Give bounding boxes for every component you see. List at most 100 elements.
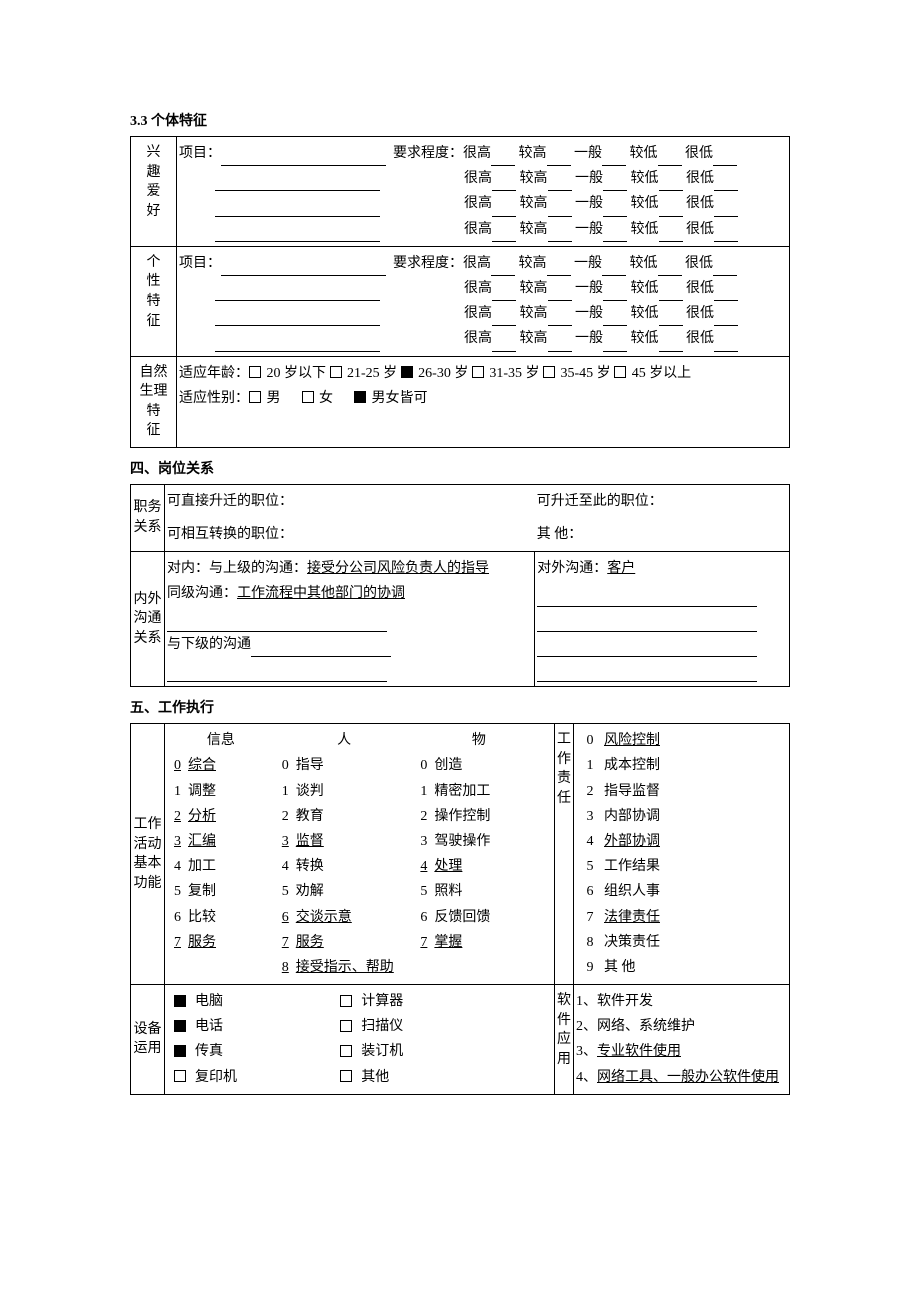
checkbox-icon[interactable] <box>340 1070 352 1082</box>
level-blank[interactable] <box>492 284 516 301</box>
blank-line[interactable] <box>167 615 387 632</box>
checkbox-icon[interactable] <box>174 1020 186 1032</box>
blank-line[interactable] <box>537 665 757 682</box>
level-blank[interactable] <box>491 259 515 276</box>
internal-superior: 接受分公司风险负责人的指导 <box>307 561 489 576</box>
level-blank[interactable] <box>548 335 572 352</box>
checkbox-icon[interactable] <box>302 391 314 403</box>
project-input[interactable] <box>215 284 380 301</box>
project-label: 项目： <box>179 146 221 161</box>
level-blank[interactable] <box>547 149 571 166</box>
level-blank[interactable] <box>659 200 683 217</box>
level-blank[interactable] <box>603 284 627 301</box>
blank-line[interactable] <box>167 665 387 682</box>
level-option: 很高 <box>464 222 492 237</box>
level-blank[interactable] <box>602 149 626 166</box>
checkbox-icon[interactable] <box>340 1045 352 1057</box>
level-blank[interactable] <box>603 310 627 327</box>
level-blank[interactable] <box>548 225 572 242</box>
level-blank[interactable] <box>492 310 516 327</box>
level-blank[interactable] <box>492 200 516 217</box>
level-blank[interactable] <box>714 225 738 242</box>
blank-line[interactable] <box>537 590 757 607</box>
project-input[interactable] <box>215 225 380 242</box>
level-blank[interactable] <box>548 200 572 217</box>
level-blank[interactable] <box>548 284 572 301</box>
level-option: 很低 <box>685 256 713 271</box>
func-item: 6 比较 <box>167 905 275 930</box>
sex-option: 男 <box>267 391 281 406</box>
project-label: 项目： <box>179 256 221 271</box>
level-blank[interactable] <box>603 175 627 192</box>
sw-item: 2、网络、系统维护 <box>576 1014 787 1039</box>
blank-line[interactable] <box>537 640 757 657</box>
resp-item: 8 决策责任 <box>576 930 787 955</box>
level-blank[interactable] <box>659 284 683 301</box>
level-blank[interactable] <box>658 149 682 166</box>
level-option: 较低 <box>631 331 659 346</box>
blank-line[interactable] <box>251 640 391 657</box>
blank-line[interactable] <box>537 615 757 632</box>
sw-item: 4、网络工具、一般办公软件使用 <box>576 1065 787 1090</box>
section-5-title: 五、工作执行 <box>130 697 790 717</box>
checkbox-icon[interactable] <box>354 391 366 403</box>
project-input[interactable] <box>215 175 380 192</box>
project-input[interactable] <box>221 149 386 166</box>
sex-option: 男女皆可 <box>372 391 428 406</box>
checkbox-icon[interactable] <box>401 366 413 378</box>
level-blank[interactable] <box>659 225 683 242</box>
level-blank[interactable] <box>714 284 738 301</box>
checkbox-icon[interactable] <box>543 366 555 378</box>
checkbox-icon[interactable] <box>174 995 186 1007</box>
level-blank[interactable] <box>659 310 683 327</box>
project-input[interactable] <box>215 335 380 352</box>
level-blank[interactable] <box>659 335 683 352</box>
level-blank[interactable] <box>547 259 571 276</box>
project-input[interactable] <box>215 310 380 327</box>
level-blank[interactable] <box>492 175 516 192</box>
level-blank[interactable] <box>548 310 572 327</box>
func-item: 5 复制 <box>167 879 275 904</box>
checkbox-icon[interactable] <box>330 366 342 378</box>
equip-item: 扫描仪 <box>361 1019 403 1034</box>
checkbox-icon[interactable] <box>472 366 484 378</box>
level-blank[interactable] <box>714 175 738 192</box>
level-blank[interactable] <box>492 335 516 352</box>
level-blank[interactable] <box>603 200 627 217</box>
project-input[interactable] <box>215 200 380 217</box>
level-blank[interactable] <box>492 225 516 242</box>
checkbox-icon[interactable] <box>614 366 626 378</box>
checkbox-icon[interactable] <box>174 1045 186 1057</box>
resp-item: 1 成本控制 <box>576 753 787 778</box>
resp-item: 5 工作结果 <box>576 854 787 879</box>
swap-cell: 可相互转换的职位： <box>165 518 535 552</box>
level-blank[interactable] <box>658 259 682 276</box>
level-blank[interactable] <box>714 310 738 327</box>
level-blank[interactable] <box>603 335 627 352</box>
level-blank[interactable] <box>659 175 683 192</box>
checkbox-icon[interactable] <box>249 366 261 378</box>
level-blank[interactable] <box>491 149 515 166</box>
checkbox-icon[interactable] <box>340 1020 352 1032</box>
checkbox-icon[interactable] <box>249 391 261 403</box>
func-item: 8 接受指示、帮助 <box>275 955 414 980</box>
promo-to-label: 可升迁至此的职位： <box>537 494 663 509</box>
level-blank[interactable] <box>713 149 737 166</box>
level-blank[interactable] <box>548 175 572 192</box>
level-blank[interactable] <box>603 225 627 242</box>
resp-item: 2 指导监督 <box>576 779 787 804</box>
equip-item: 计算器 <box>361 994 403 1009</box>
level-option: 较低 <box>630 146 658 161</box>
checkbox-icon[interactable] <box>340 995 352 1007</box>
sw-label: 软件应用 <box>555 985 574 1095</box>
func-item: 2 操作控制 <box>413 804 544 829</box>
direct-promo-label: 可直接升迁的职位： <box>167 494 293 509</box>
level-blank[interactable] <box>714 335 738 352</box>
level-blank[interactable] <box>714 200 738 217</box>
table-5: 工作活动基本功能 信息 0 综合 1 调整 2 分析 3 汇编 4 加工 5 复… <box>130 723 790 1095</box>
project-input[interactable] <box>221 259 386 276</box>
other-cell: 其 他： <box>535 518 790 552</box>
level-blank[interactable] <box>602 259 626 276</box>
checkbox-icon[interactable] <box>174 1070 186 1082</box>
level-blank[interactable] <box>713 259 737 276</box>
